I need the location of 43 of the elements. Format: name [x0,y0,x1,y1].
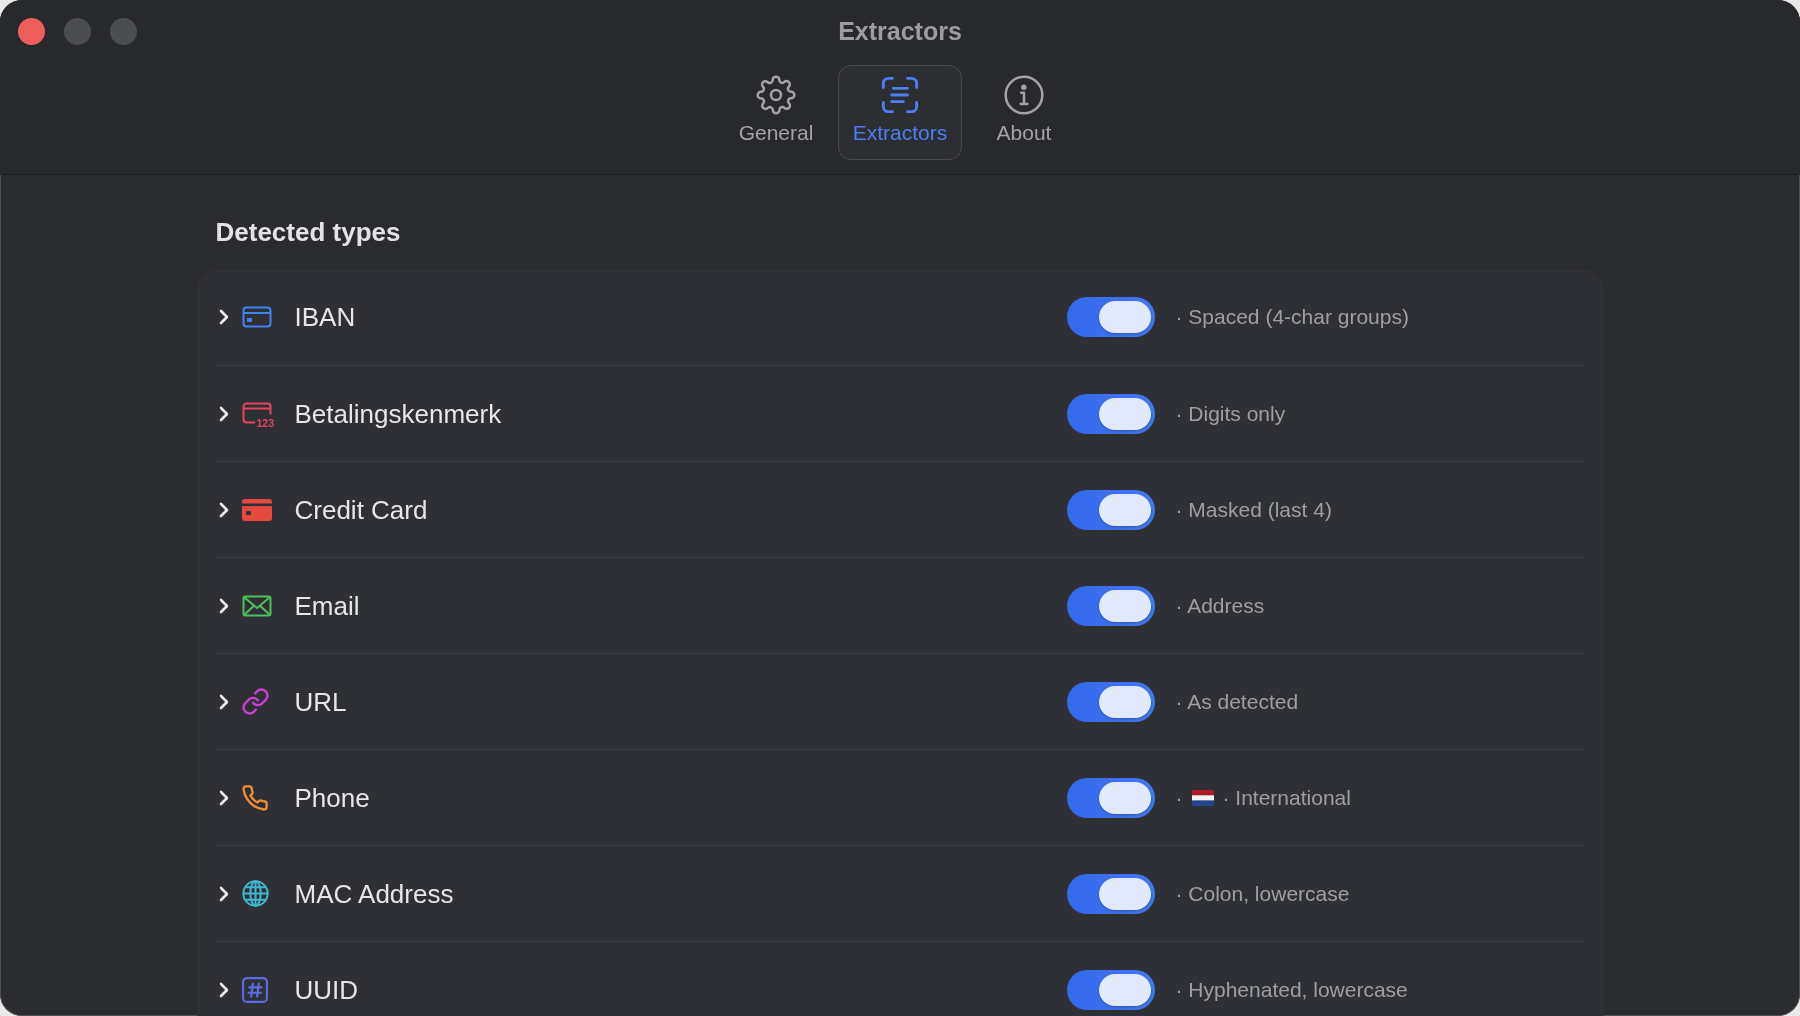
toggle-switch[interactable] [1066,489,1155,530]
flag-icon [1191,789,1214,806]
format-text: · [1175,784,1183,811]
type-label: Betalingskenmerk [294,398,502,429]
chevron-icon[interactable] [218,597,229,614]
type-label: Credit Card [294,494,428,525]
close-button[interactable] [18,17,45,45]
format-text: · International [1222,784,1351,811]
toggle-switch[interactable] [1066,777,1155,818]
type-label: Phone [294,782,370,813]
toggle-switch[interactable] [1066,393,1155,434]
type-label: UUID [294,974,359,1005]
type-label: MAC Address [294,878,454,909]
format-text: · Digits only [1175,400,1286,427]
chevron-icon[interactable] [218,789,229,806]
format-text: · Masked (last 4) [1175,496,1332,523]
chevron-icon[interactable] [218,693,229,710]
section-heading: Detected types [214,217,402,247]
format-text: · Spaced (4-char groups) [1175,304,1409,330]
format-text: · Colon, lowercase [1175,880,1350,907]
type-label: URL [294,686,347,717]
text-scan-icon [880,75,920,115]
type-label: IBAN [294,302,356,332]
info-icon [1004,75,1044,115]
chevron-icon[interactable] [218,885,229,902]
window-title: Extractors [838,16,962,46]
type-label: Email [294,590,360,621]
format-text: · As detected [1175,688,1299,715]
chevron-icon[interactable] [218,309,229,325]
chevron-icon[interactable] [218,501,229,518]
chevron-icon[interactable] [218,981,229,998]
toggle-switch[interactable] [1066,873,1155,914]
format-text: · Address [1175,592,1265,619]
toggle-switch[interactable] [1066,969,1155,1010]
tab[interactable]: Extractors [838,65,962,160]
tab[interactable]: About [962,65,1086,160]
chevron-icon[interactable] [218,405,229,422]
toggle-switch[interactable] [1066,681,1155,722]
toggle-switch[interactable] [1066,297,1155,337]
tab[interactable]: General [714,65,838,160]
gear-icon [756,75,796,115]
toggle-switch[interactable] [1066,585,1155,626]
format-text: · Hyphenated, lowercase [1175,976,1408,1003]
